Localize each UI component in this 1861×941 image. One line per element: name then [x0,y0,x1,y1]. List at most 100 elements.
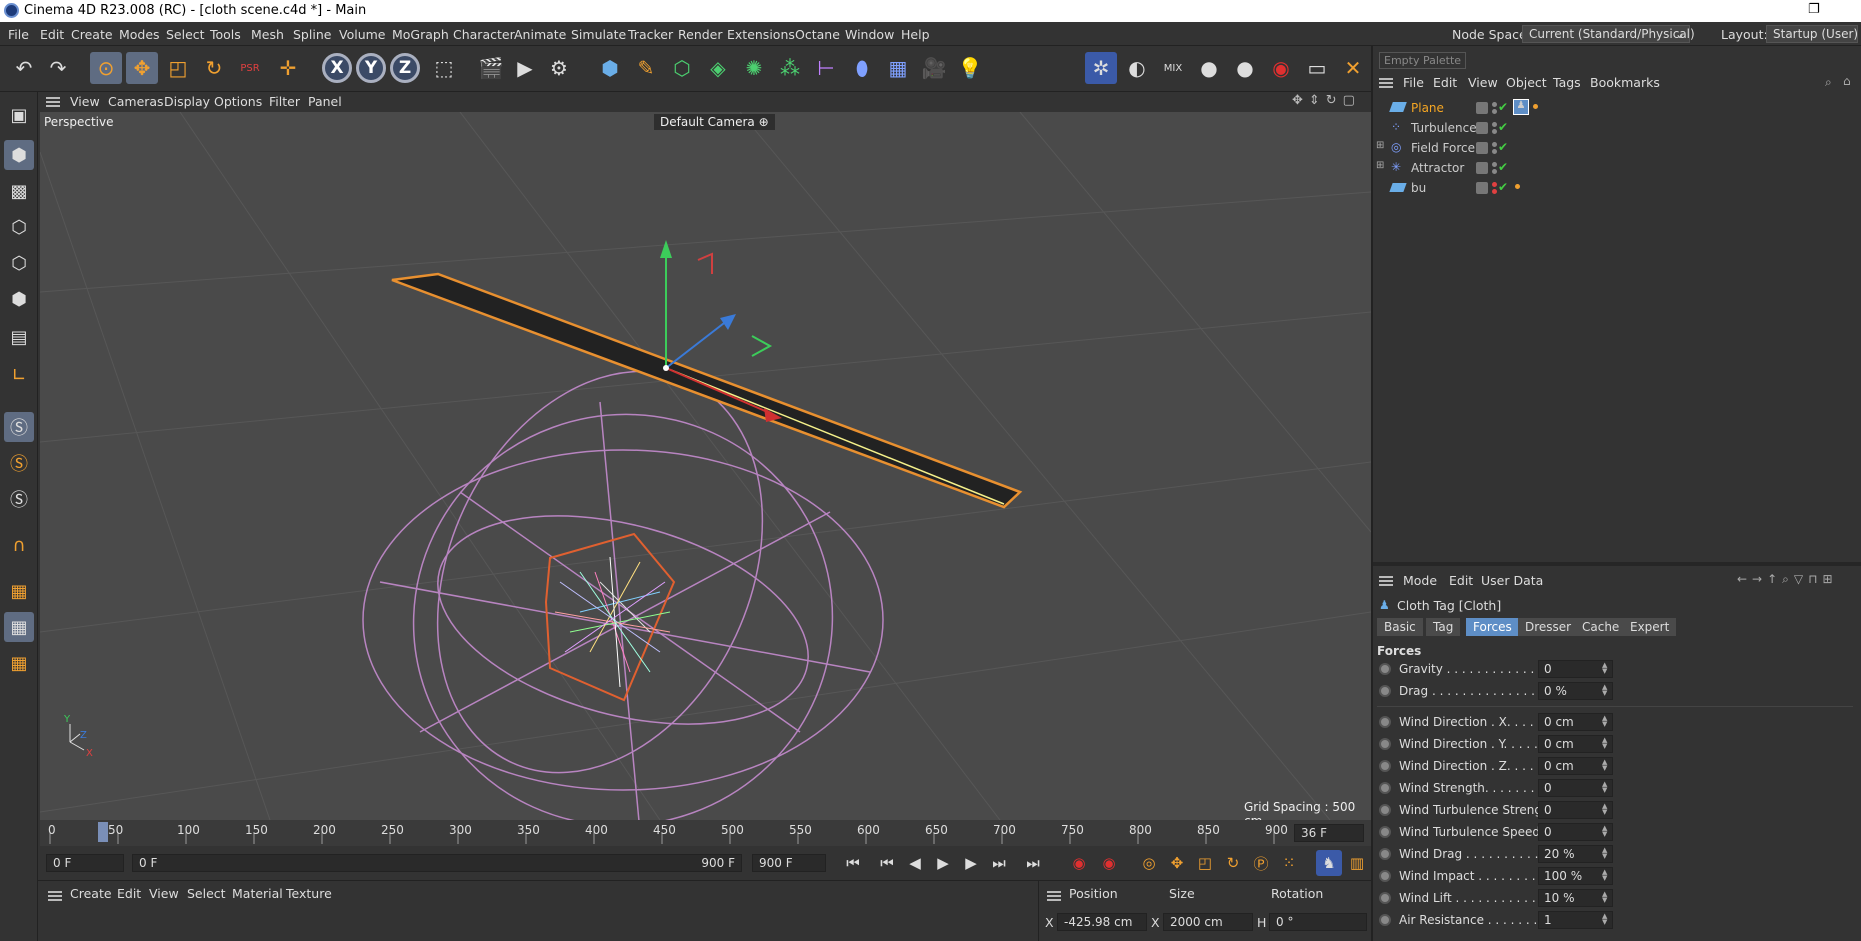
mograph-icon[interactable]: ⁂ [774,52,806,84]
viewport-menu-panel[interactable]: Panel [308,94,342,109]
z-axis-lock-icon[interactable]: Z [390,53,420,83]
autokey-icon[interactable]: ◉ [1096,850,1122,876]
magnet-icon[interactable]: ∩ [4,530,34,560]
visibility-dot-icon[interactable] [1492,189,1497,194]
snap-quantize-icon[interactable]: Ⓢ [4,484,34,514]
menu-render[interactable]: Render [678,27,723,42]
planar-workplane-icon[interactable]: ▦ [4,648,34,678]
cube-icon[interactable]: ⬢ [594,52,626,84]
node-space-select[interactable]: Current (Standard/Physical) ⌄ [1522,25,1695,43]
layout-select[interactable]: Startup (User) [1766,25,1858,43]
menu-create[interactable]: Create [71,27,113,42]
material-menu-view[interactable]: View [149,886,179,901]
visibility-dot-icon[interactable] [1492,109,1497,114]
spinner-icon[interactable]: ▲ ▼ [1602,825,1607,838]
locked-workplane-icon[interactable]: ▦ [4,612,34,642]
animate-radio[interactable] [1379,826,1391,838]
field-icon[interactable]: ⬮ [846,52,878,84]
object-menu-object[interactable]: Object [1506,75,1547,90]
tab-expert[interactable]: Expert [1623,618,1678,636]
key-parameter-icon[interactable]: Ⓟ [1248,850,1274,876]
snap-icon[interactable]: Ⓢ [4,412,34,442]
animate-radio[interactable] [1379,870,1391,882]
key-rotation-icon[interactable]: ↻ [1220,850,1246,876]
render-view-icon[interactable]: 🎬 [475,52,507,84]
go-to-start-icon[interactable]: ⏮ [840,850,866,876]
object-row-field-force[interactable]: ⊞ ◎ Field Force ✔ [1373,138,1861,158]
menu-tools[interactable]: Tools [210,27,241,42]
menu-edit[interactable]: Edit [40,27,64,42]
enabled-check-icon[interactable]: ✔ [1498,140,1508,154]
size-x-field[interactable]: 2000 cm [1163,913,1253,931]
material-menu-texture[interactable]: Texture [286,886,332,901]
menu-simulate[interactable]: Simulate [571,27,626,42]
menu-volume[interactable]: Volume [339,27,386,42]
editor-visibility-icon[interactable] [1476,182,1488,194]
texture-mode-icon[interactable]: ▩ [4,176,34,206]
key-pla-icon[interactable]: ⁙ [1276,850,1302,876]
octane-icon[interactable]: ✲ [1085,52,1117,84]
material-menu-select[interactable]: Select [187,886,226,901]
menu-octane[interactable]: Octane [795,27,840,42]
animate-radio[interactable] [1379,663,1391,675]
tab-forces[interactable]: Forces [1466,618,1520,636]
y-axis-lock-icon[interactable]: Y [356,53,386,83]
camera-label[interactable]: Default Camera ⊕ [654,114,775,130]
animate-radio[interactable] [1379,848,1391,860]
spinner-icon[interactable]: ▲ ▼ [1602,781,1607,794]
viewport-menu-options[interactable]: Options [214,94,262,109]
spinner-icon[interactable]: ▲ ▼ [1602,737,1607,750]
animate-radio[interactable] [1379,914,1391,926]
animate-radio[interactable] [1379,716,1391,728]
spinner-icon[interactable]: ▲ ▼ [1602,847,1607,860]
octane-light-icon[interactable]: ▭ [1301,52,1333,84]
spinner-icon[interactable]: ▲ ▼ [1602,803,1607,816]
spinner-icon[interactable]: ▲ ▼ [1602,913,1607,926]
rotation-h-field[interactable]: 0 ° [1269,913,1367,931]
mix-material-icon[interactable]: MIX [1157,52,1189,84]
object-row-bu[interactable]: bu ✔ [1373,178,1861,198]
model-mode-icon[interactable]: ⬢ [4,140,34,170]
previous-key-icon[interactable]: ⏮ [874,850,900,876]
object-row-attractor[interactable]: ⊞ ✳ Attractor ✔ [1373,158,1861,178]
move-cross-icon[interactable]: ✛ [272,52,304,84]
viewport-menu-filter[interactable]: Filter [269,94,300,109]
search-icon[interactable]: ⌕ [1825,75,1832,90]
current-frame-field[interactable]: 36 F [1294,824,1364,842]
expand-icon[interactable]: ⊞ [1376,140,1384,151]
menu-character[interactable]: Character [453,27,515,42]
spinner-icon[interactable]: ▲ ▼ [1602,759,1607,772]
restore-icon[interactable]: ❐ [1808,2,1820,17]
undo-icon[interactable]: ↶ [8,52,40,84]
extrude-icon[interactable]: ◈ [702,52,734,84]
attributes-menu-edit[interactable]: Edit [1449,573,1473,588]
spinner-icon[interactable]: ▲ ▼ [1602,662,1607,675]
end-frame-field[interactable]: 900 F [752,854,826,872]
timeline-playhead[interactable] [98,822,108,842]
attributes-menu-mode[interactable]: Mode [1403,573,1437,588]
previous-frame-icon[interactable]: ◀ [902,850,928,876]
coordinate-system-icon[interactable]: ⬚ [428,52,460,84]
make-editable-icon[interactable]: ▣ [4,100,34,130]
visibility-dot-icon[interactable] [1492,162,1497,167]
frame-range-slider[interactable]: 0 F 900 F [132,854,742,872]
subdivision-icon[interactable]: ⬡ [666,52,698,84]
object-row-turbulence[interactable]: ⁘ Turbulence ✔ [1373,118,1861,138]
object-row-plane[interactable]: Plane ✔ ♟ [1373,98,1861,118]
keyframe-selection-icon[interactable]: ◎ [1136,850,1162,876]
viewport-menu-display[interactable]: Display [164,94,210,109]
material-menu-create[interactable]: Create [70,886,112,901]
octane-shading-icon[interactable]: ◐ [1121,52,1153,84]
cloner-icon[interactable]: ✺ [738,52,770,84]
tab-basic[interactable]: Basic [1377,618,1424,636]
camera-icon[interactable]: 🎥 [918,52,950,84]
render-settings-icon[interactable]: ⚙ [543,52,575,84]
rotate-icon[interactable]: ↻ [198,52,230,84]
editor-visibility-icon[interactable] [1476,102,1488,114]
material-menu-edit[interactable]: Edit [117,886,141,901]
menu-spline[interactable]: Spline [293,27,331,42]
start-frame-field[interactable]: 0 F [46,854,124,872]
move-icon[interactable]: ✥ [126,52,158,84]
viewport-hamburger-icon[interactable] [46,97,60,107]
glossy-material-icon[interactable]: ● [1193,52,1225,84]
